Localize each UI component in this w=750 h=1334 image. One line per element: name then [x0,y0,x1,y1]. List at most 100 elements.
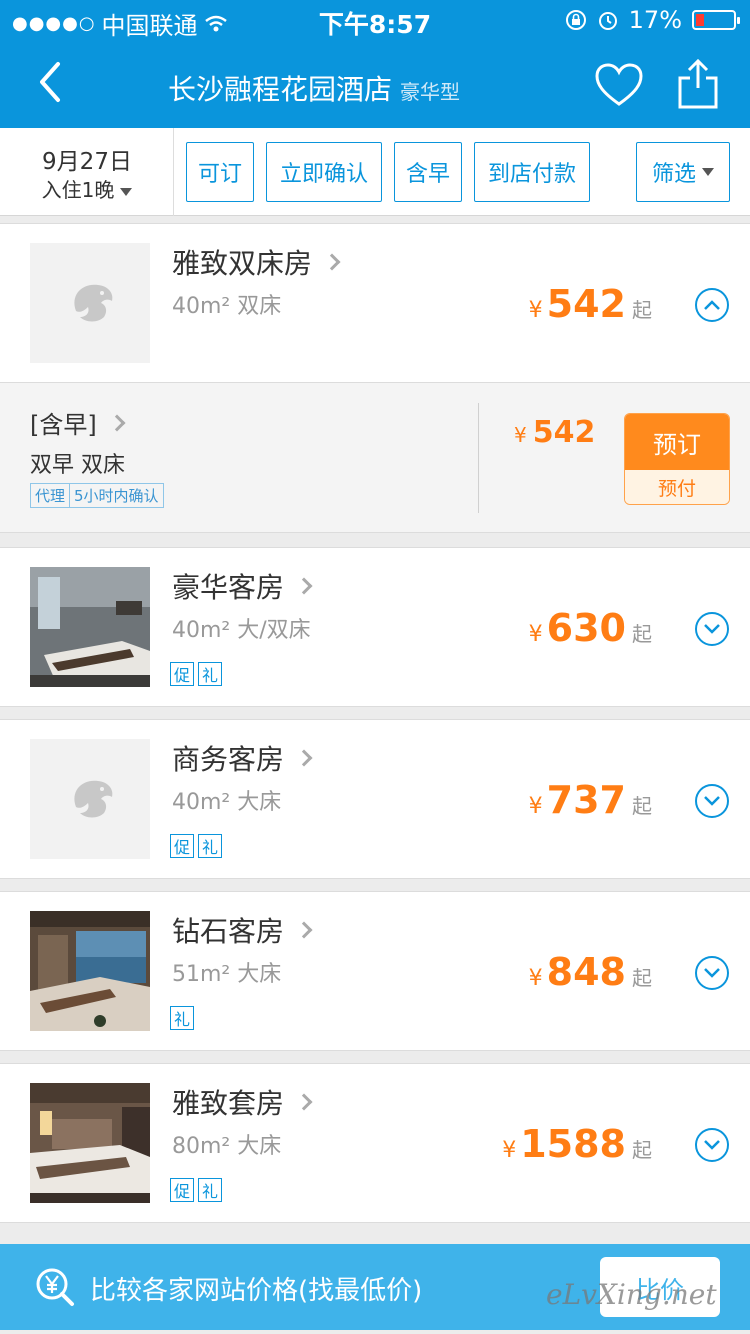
collapse-toggle[interactable] [695,288,729,322]
room-name[interactable]: 雅致套房 [172,1082,313,1122]
filter-chip-available[interactable]: 可订 [186,142,254,202]
top-bar: ●●●●○ 中国联通 下午8:57 17% 长沙融程花园酒店 豪华型 [0,0,750,128]
filter-chip-pay-at-hotel[interactable]: 到店付款 [474,142,590,202]
room-price-value: 542 [546,282,626,326]
filter-chip-instant-confirm[interactable]: 立即确认 [266,142,382,202]
status-right: 17% [565,6,740,34]
filter-label: 筛选 [651,162,696,187]
room-info: 80m² 大床 [172,1134,282,1159]
battery-icon [692,10,740,30]
gift-tag: 礼 [170,1006,194,1030]
chevron-right-icon [108,414,126,432]
plan-divider [478,403,479,513]
chevron-right-icon [323,253,341,271]
back-arrow-icon[interactable] [30,60,74,104]
room-info: 40m² 双床 [172,294,282,319]
compare-text: 比较各家网站价格(找最低价) [90,1276,423,1306]
chevron-right-icon [295,749,313,767]
filter-chip-breakfast[interactable]: 含早 [394,142,462,202]
room-name-text: 雅致套房 [172,1087,285,1120]
room-card-3[interactable]: 商务客房 40m² 大床 促 礼 ¥737 起 [0,719,750,879]
promo-tag: 促 [170,834,194,858]
rotation-lock-icon [565,10,586,30]
chevron-right-icon [295,921,313,939]
chevron-down-icon [704,796,720,806]
room-price-value: 737 [546,778,626,822]
favorite-heart-icon[interactable] [594,62,644,108]
currency-symbol: ¥ [528,298,543,323]
watermark: eLvXing.net [546,1278,717,1311]
plan-detail: 双早 双床 [30,453,125,478]
price-suffix: 起 [632,1138,652,1162]
expand-toggle[interactable] [695,956,729,990]
room-name-text: 雅致双床房 [172,247,313,280]
plan-price-value: 542 [532,415,596,450]
price-suffix: 起 [632,622,652,646]
room-name[interactable]: 钻石客房 [172,910,313,950]
room-price: ¥737 起 [529,778,652,822]
book-button[interactable]: 预订 预付 [624,413,730,505]
hotel-grade: 豪华型 [400,80,461,104]
promo-tag: 促 [170,1178,194,1202]
room-card-5[interactable]: 雅致套房 80m² 大床 促 礼 ¥1588 起 [0,1063,750,1223]
room-price-value: 630 [546,606,626,650]
dolphin-logo-icon [74,780,113,818]
book-label: 预订 [625,414,729,470]
room-image-placeholder [30,739,150,859]
room-info: 40m² 大/双床 [172,618,311,643]
nav-bar: 长沙融程花园酒店 豪华型 [0,40,750,128]
hotel-name: 长沙融程花园酒店 [168,73,393,106]
room-info: 51m² 大床 [172,962,282,987]
rate-plan: [含早] 双早 双床 代理 5小时内确认 ¥542 预订 预付 [0,383,750,533]
gift-tag: 礼 [198,662,222,686]
promo-tag: 促 [170,662,194,686]
room-photo [30,911,150,1031]
filter-bar: 9月27日 入住1晚 可订 立即确认 含早 到店付款 筛选 [0,128,750,216]
chevron-up-icon [704,300,720,310]
status-bar: ●●●●○ 中国联通 下午8:57 17% [0,0,750,40]
room-tags: 促 礼 [170,834,222,858]
chevron-down-icon [704,624,720,634]
currency-symbol: ¥ [502,1138,517,1163]
room-card-1[interactable]: 雅致双床房 40m² 双床 ¥542 起 [0,223,750,383]
room-photo-image [30,1083,150,1203]
room-price-value: 1588 [520,1122,626,1166]
plan-label[interactable]: [含早] [30,405,126,440]
room-price: ¥848 起 [529,950,652,994]
nights-selector: 入住1晚 [0,174,174,203]
price-suffix: 起 [632,966,652,990]
room-tags: 促 礼 [170,1178,222,1202]
room-name-text: 钻石客房 [172,915,285,948]
alarm-icon [598,12,617,30]
expand-toggle[interactable] [695,784,729,818]
room-name[interactable]: 豪华客房 [172,566,313,606]
chevron-down-icon [120,187,133,196]
room-card-4[interactable]: 钻石客房 51m² 大床 礼 ¥848 起 [0,891,750,1051]
room-photo [30,1083,150,1203]
filter-button[interactable]: 筛选 [636,142,730,202]
gift-tag: 礼 [198,834,222,858]
expand-toggle[interactable] [695,1128,729,1162]
yen-search-icon [36,1268,74,1306]
gift-tag: 礼 [198,1178,222,1202]
chevron-down-icon [704,1140,720,1150]
currency-symbol: ¥ [528,966,543,991]
share-icon[interactable] [676,58,720,110]
dolphin-logo-icon [74,284,113,322]
room-info: 40m² 大床 [172,790,282,815]
chevron-right-icon [295,577,313,595]
room-name[interactable]: 雅致双床房 [172,242,341,282]
date-selector[interactable]: 9月27日 入住1晚 [0,128,174,216]
prepay-label: 预付 [625,470,729,504]
room-name[interactable]: 商务客房 [172,738,313,778]
room-photo-image [30,567,150,687]
room-price: ¥630 起 [529,606,652,650]
chevron-down-icon [702,168,714,176]
room-name-text: 商务客房 [172,743,285,776]
room-card-2[interactable]: 豪华客房 40m² 大/双床 促 礼 ¥630 起 [0,547,750,707]
confirm-badge: 5小时内确认 [69,484,163,507]
plan-badges: 代理 5小时内确认 [30,483,164,508]
price-suffix: 起 [632,298,652,322]
room-tags: 礼 [170,1006,194,1030]
expand-toggle[interactable] [695,612,729,646]
